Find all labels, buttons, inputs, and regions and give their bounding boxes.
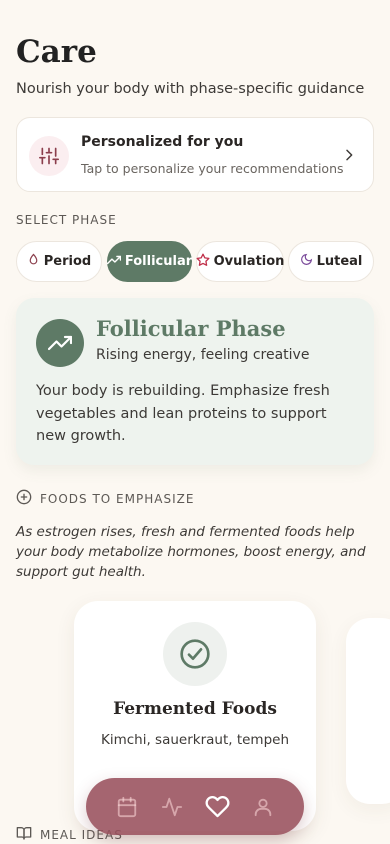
page-title: Care (16, 34, 97, 70)
bottom-nav (86, 778, 304, 835)
personalized-title: Personalized for you (81, 134, 244, 150)
tab-period-label: Period (43, 254, 92, 269)
nav-activity-button[interactable] (156, 791, 188, 823)
check-circle-icon (163, 622, 227, 686)
droplet-icon (27, 253, 40, 270)
tab-ovulation-label: Ovulation (213, 254, 285, 269)
page-subtitle: Nourish your body with phase-specific gu… (16, 81, 365, 97)
tab-follicular[interactable]: Follicular (106, 241, 193, 282)
care-screen: Care Nourish your body with phase-specif… (0, 0, 390, 844)
foods-header-label: FOODS TO EMPHASIZE (40, 491, 195, 506)
phase-description: Your body is rebuilding. Emphasize fresh… (36, 383, 330, 444)
tab-luteal[interactable]: Luteal (288, 241, 374, 282)
activity-icon (162, 797, 183, 816)
trending-up-icon (106, 253, 121, 271)
trending-up-icon (36, 319, 84, 367)
nav-calendar-button[interactable] (111, 791, 143, 823)
nav-heart-button[interactable] (202, 791, 234, 823)
phase-name: Follicular Phase (96, 316, 286, 341)
sliders-icon (29, 136, 69, 176)
food-card-items: Kimchi, sauerkraut, tempeh (100, 732, 290, 748)
book-open-icon (16, 825, 32, 844)
tab-period[interactable]: Period (16, 241, 102, 282)
moon-icon (300, 253, 313, 270)
foods-section-header: FOODS TO EMPHASIZE (16, 489, 194, 508)
tab-ovulation[interactable]: Ovulation (196, 241, 284, 282)
tab-follicular-label: Follicular (124, 254, 193, 269)
food-card-title: Fermented Foods (113, 699, 277, 719)
user-icon (255, 798, 272, 816)
food-card-peek[interactable] (346, 618, 390, 804)
foods-note: As estrogen rises, fresh and fermented f… (16, 524, 366, 580)
nav-profile-button[interactable] (247, 791, 279, 823)
calendar-icon (117, 796, 136, 817)
phase-tagline: Rising energy, feeling creative (96, 347, 310, 363)
heart-icon (205, 796, 230, 818)
plus-circle-icon (16, 489, 32, 508)
personalized-card[interactable]: Personalized for you Tap to personalize … (16, 117, 374, 192)
select-phase-label: SELECT PHASE (16, 213, 117, 227)
tab-luteal-label: Luteal (316, 254, 363, 269)
phase-info-card: Follicular Phase Rising energy, feeling … (16, 298, 374, 465)
star-icon (196, 253, 210, 271)
personalized-subtitle: Tap to personalize your recommendations (81, 161, 344, 176)
chevron-right-icon (341, 147, 357, 167)
